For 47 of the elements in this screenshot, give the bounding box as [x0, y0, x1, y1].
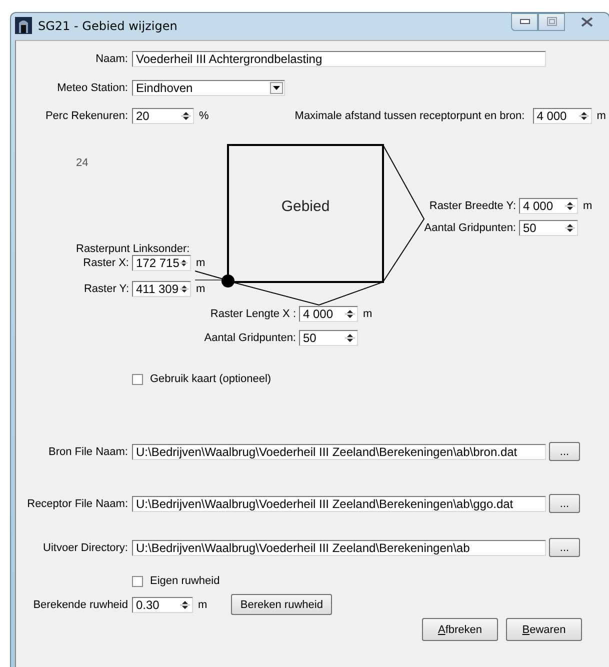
spin-field[interactable]: 4 000: [299, 306, 358, 322]
spin-field[interactable]: 0.30: [132, 596, 193, 612]
path-field[interactable]: U:\Bedrijven\Waalbrug\Voederheil III Zeeland\Berekeningen\ab\bron.dat: [132, 444, 546, 460]
dialog-button[interactable]: Afbreken: [422, 618, 498, 641]
unit-label: m: [196, 283, 206, 295]
path-field[interactable]: U:\Bedrijven\Waalbrug\Voederheil III Zeeland\Berekeningen\ab: [132, 540, 546, 556]
dialog-button[interactable]: Bewaren: [506, 618, 582, 641]
unit-label: m: [196, 257, 206, 269]
spin-field[interactable]: 411 309: [132, 281, 191, 297]
checkbox-label: Eigen ruwheid: [150, 575, 220, 587]
unit-label: m: [363, 308, 372, 320]
field-label: Uitvoer Directory:: [43, 542, 128, 554]
browse-button[interactable]: ...: [549, 494, 580, 513]
area-label: Gebied: [280, 198, 331, 215]
unit-label: m: [198, 598, 208, 610]
field-label: Aantal Gridpunten:: [203, 332, 297, 344]
spin-field[interactable]: 4 000: [532, 108, 592, 124]
field-label: Perc Rekenuren:: [45, 110, 128, 122]
field-label: Raster Breedte Y:: [428, 200, 517, 212]
name-field[interactable]: Voederheil III Achtergrondbelasting: [132, 51, 546, 67]
window-title: SG21 - Gebied wijzigen: [38, 18, 178, 32]
field-label: Receptor File Naam:: [27, 498, 128, 510]
spin-field[interactable]: 50: [519, 220, 578, 236]
section-heading: Rasterpunt Linksonder:: [76, 243, 190, 255]
calculate-roughness-button[interactable]: Bereken ruwheid: [231, 594, 332, 615]
field-label: Berekende ruwheid: [33, 598, 128, 610]
field-label: Raster Lengte X :: [209, 308, 297, 320]
browse-button[interactable]: ...: [549, 442, 580, 461]
spin-field[interactable]: 172 715: [132, 255, 191, 271]
unit-label: m: [596, 110, 606, 122]
station-dropdown[interactable]: Eindhoven: [132, 80, 285, 96]
field-label: Raster X:: [82, 257, 130, 269]
field-label: Maximale afstand tussen receptorpunt en bron:: [294, 110, 525, 122]
spin-field[interactable]: 50: [299, 330, 358, 346]
browse-button[interactable]: ...: [549, 538, 580, 557]
spin-field[interactable]: 20: [132, 108, 194, 124]
field-label: Bron File Naam:: [48, 446, 128, 458]
checkbox-label: Gebruik kaart (optioneel): [150, 373, 272, 385]
path-field[interactable]: U:\Bedrijven\Waalbrug\Voederheil III Zeeland\Berekeningen\ab\ggo.dat: [132, 496, 546, 512]
spin-field[interactable]: 4 000: [519, 198, 578, 214]
unit-label: m: [583, 200, 592, 212]
field-label: Meteo Station:: [57, 82, 128, 94]
field-label: Naam:: [96, 53, 128, 65]
field-label: Aantal Gridpunten:: [423, 222, 517, 234]
field-label: Raster Y:: [82, 283, 130, 295]
unit-label: %: [199, 110, 209, 122]
counter-label: 24: [76, 157, 88, 169]
